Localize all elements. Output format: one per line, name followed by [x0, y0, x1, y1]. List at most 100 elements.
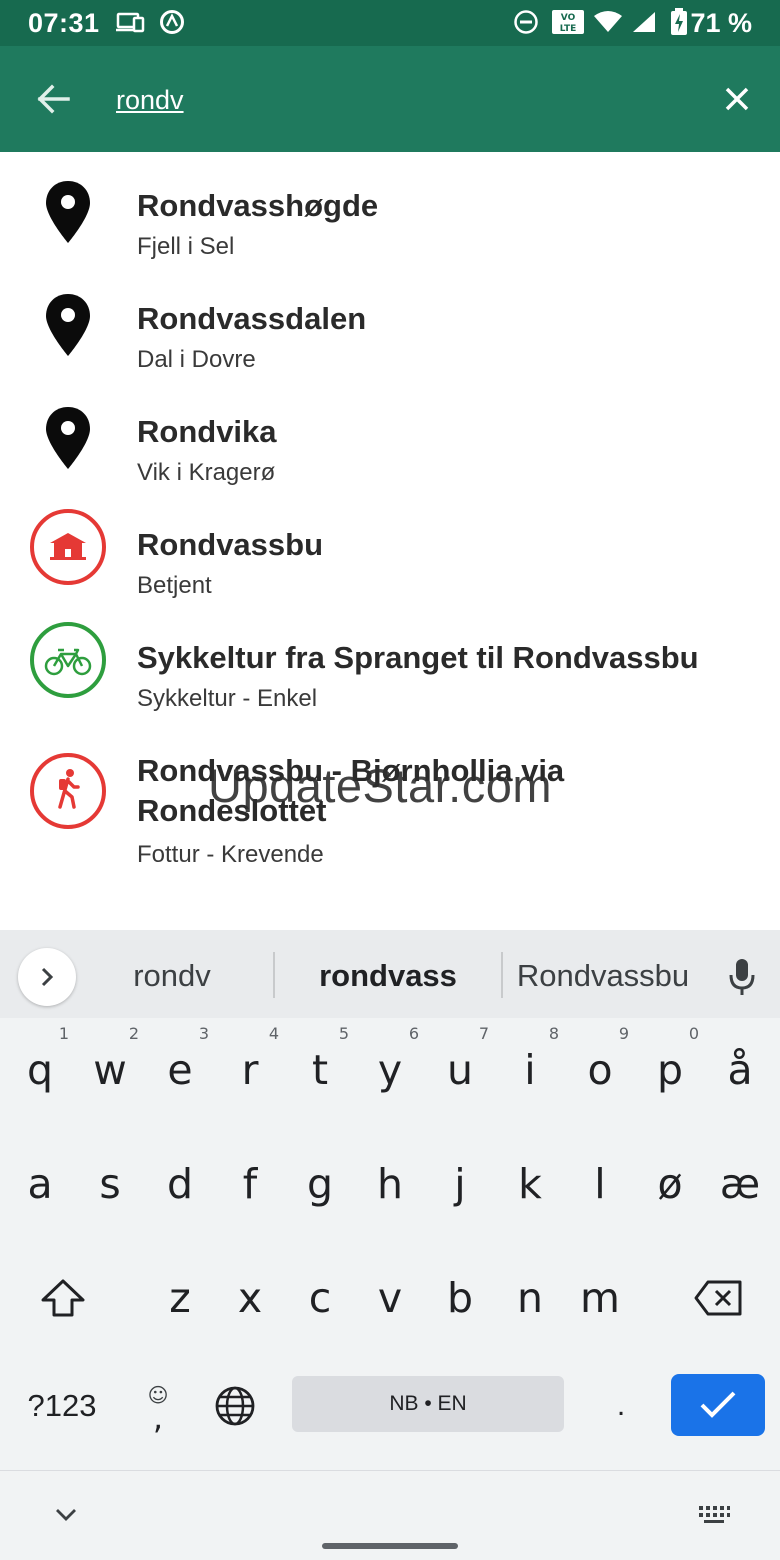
- key-x[interactable]: x: [217, 1248, 283, 1348]
- result-item[interactable]: Sykkeltur fra Spranget til Rondvassbu Sy…: [0, 618, 780, 731]
- suggestion-3[interactable]: Rondvassbu: [510, 958, 696, 994]
- key-m[interactable]: m: [567, 1248, 633, 1348]
- result-title: Sykkeltur fra Spranget til Rondvassbu: [137, 640, 699, 675]
- result-title: Rondvassdalen: [137, 301, 367, 336]
- suggestion-divider: [501, 952, 503, 998]
- search-input[interactable]: [116, 80, 696, 120]
- key-k[interactable]: k: [497, 1134, 563, 1234]
- key-o[interactable]: o9: [567, 1020, 633, 1120]
- status-bar: 07:31 VO LTE 71 %: [0, 0, 780, 46]
- symbols-key[interactable]: ?123: [14, 1370, 110, 1442]
- key-u[interactable]: u7: [427, 1020, 493, 1120]
- bicycle-icon: [28, 620, 108, 700]
- back-button[interactable]: [30, 76, 76, 122]
- key-o-slash[interactable]: ø: [637, 1134, 703, 1234]
- key-j[interactable]: j: [427, 1134, 493, 1234]
- result-subtitle: Fjell i Sel: [137, 233, 235, 260]
- suggestion-strip: rondv rondvass Rondvassbu: [0, 930, 780, 1018]
- key-hint: 9: [618, 1024, 629, 1043]
- clear-search-button[interactable]: [714, 76, 760, 122]
- microphone-icon: [729, 959, 755, 995]
- key-v[interactable]: v: [357, 1248, 423, 1348]
- key-t[interactable]: t5: [287, 1020, 353, 1120]
- result-item[interactable]: Rondvika Vik i Kragerø: [0, 392, 780, 505]
- watermark: UpdateStar.com: [208, 759, 553, 812]
- key-label: w: [93, 1046, 127, 1094]
- period-key[interactable]: .: [596, 1370, 646, 1442]
- key-h[interactable]: h: [357, 1134, 423, 1234]
- key-hint: 3: [198, 1024, 209, 1043]
- svg-text:LTE: LTE: [560, 24, 577, 34]
- search-app-bar: [0, 46, 780, 152]
- key-f[interactable]: f: [217, 1134, 283, 1234]
- key-hint: 6: [408, 1024, 419, 1043]
- home-gesture-pill[interactable]: [322, 1543, 458, 1549]
- language-key[interactable]: [206, 1370, 264, 1442]
- key-b[interactable]: b: [427, 1248, 493, 1348]
- key-label: q: [26, 1046, 54, 1094]
- result-item[interactable]: Rondvassdalen Dal i Dovre: [0, 279, 780, 392]
- key-hint: 5: [338, 1024, 349, 1043]
- space-key[interactable]: NB • EN: [292, 1376, 564, 1432]
- result-item[interactable]: Rondvassbu Betjent: [0, 505, 780, 618]
- key-hint: 2: [128, 1024, 139, 1043]
- chevron-down-icon: [56, 1509, 76, 1521]
- key-label: y: [377, 1046, 403, 1094]
- comma-label: ,: [152, 1399, 164, 1437]
- result-subtitle: Fottur - Krevende: [137, 841, 324, 868]
- signal-icon: [630, 8, 658, 36]
- key-p[interactable]: p0: [637, 1020, 703, 1120]
- key-y[interactable]: y6: [357, 1020, 423, 1120]
- cast-icon: [116, 8, 146, 36]
- key-hint: 1: [58, 1024, 69, 1043]
- result-item[interactable]: Rondvasshøgde Fjell i Sel: [0, 166, 780, 279]
- enter-key[interactable]: [671, 1374, 765, 1436]
- comma-emoji-key[interactable]: ☺ ,: [130, 1370, 186, 1442]
- key-q[interactable]: q1: [7, 1020, 73, 1120]
- microphone-button[interactable]: [722, 954, 762, 1000]
- key-label: i: [524, 1046, 536, 1094]
- key-hint: 4: [268, 1024, 279, 1043]
- key-label: o: [587, 1046, 613, 1094]
- backspace-icon: [694, 1280, 742, 1316]
- key-w[interactable]: w2: [77, 1020, 143, 1120]
- key-label: r: [241, 1046, 259, 1094]
- key-e[interactable]: e3: [147, 1020, 213, 1120]
- key-z[interactable]: z: [147, 1248, 213, 1348]
- suggestion-divider: [273, 952, 275, 998]
- navigation-bar: [0, 1470, 780, 1560]
- status-time: 07:31: [28, 8, 100, 38]
- key-r[interactable]: r4: [217, 1020, 283, 1120]
- result-title: Rondvika: [137, 414, 277, 449]
- keyboard-switch-button[interactable]: [690, 1497, 738, 1533]
- result-subtitle: Betjent: [137, 572, 212, 599]
- map-pin-icon: [28, 285, 108, 365]
- key-label: u: [447, 1046, 473, 1094]
- backspace-key[interactable]: [676, 1248, 760, 1348]
- soft-keyboard: rondv rondvass Rondvassbu q1 w2 e3 r4 t5…: [0, 930, 780, 1560]
- key-label: e: [167, 1046, 193, 1094]
- key-g[interactable]: g: [287, 1134, 353, 1234]
- key-n[interactable]: n: [497, 1248, 563, 1348]
- battery-charging-icon: [668, 8, 690, 36]
- key-a-ring[interactable]: å: [707, 1020, 773, 1120]
- result-subtitle: Vik i Kragerø: [137, 459, 276, 486]
- keyboard-icon: [699, 1506, 730, 1523]
- chevron-right-icon: [41, 967, 54, 987]
- key-ae[interactable]: æ: [707, 1134, 773, 1234]
- key-s[interactable]: s: [77, 1134, 143, 1234]
- suggestion-2[interactable]: rondvass: [290, 958, 486, 994]
- shift-key[interactable]: [20, 1248, 106, 1348]
- expand-toolbar-button[interactable]: [18, 948, 76, 1006]
- data-saver-icon: [158, 8, 186, 36]
- suggestion-1[interactable]: rondv: [96, 958, 248, 994]
- result-subtitle: Sykkeltur - Enkel: [137, 685, 318, 712]
- key-i[interactable]: i8: [497, 1020, 563, 1120]
- key-d[interactable]: d: [147, 1134, 213, 1234]
- svg-text:VO: VO: [561, 13, 576, 23]
- key-l[interactable]: l: [567, 1134, 633, 1234]
- key-a[interactable]: a: [7, 1134, 73, 1234]
- hide-keyboard-button[interactable]: [44, 1497, 88, 1533]
- key-hint: 8: [548, 1024, 559, 1043]
- key-c[interactable]: c: [287, 1248, 353, 1348]
